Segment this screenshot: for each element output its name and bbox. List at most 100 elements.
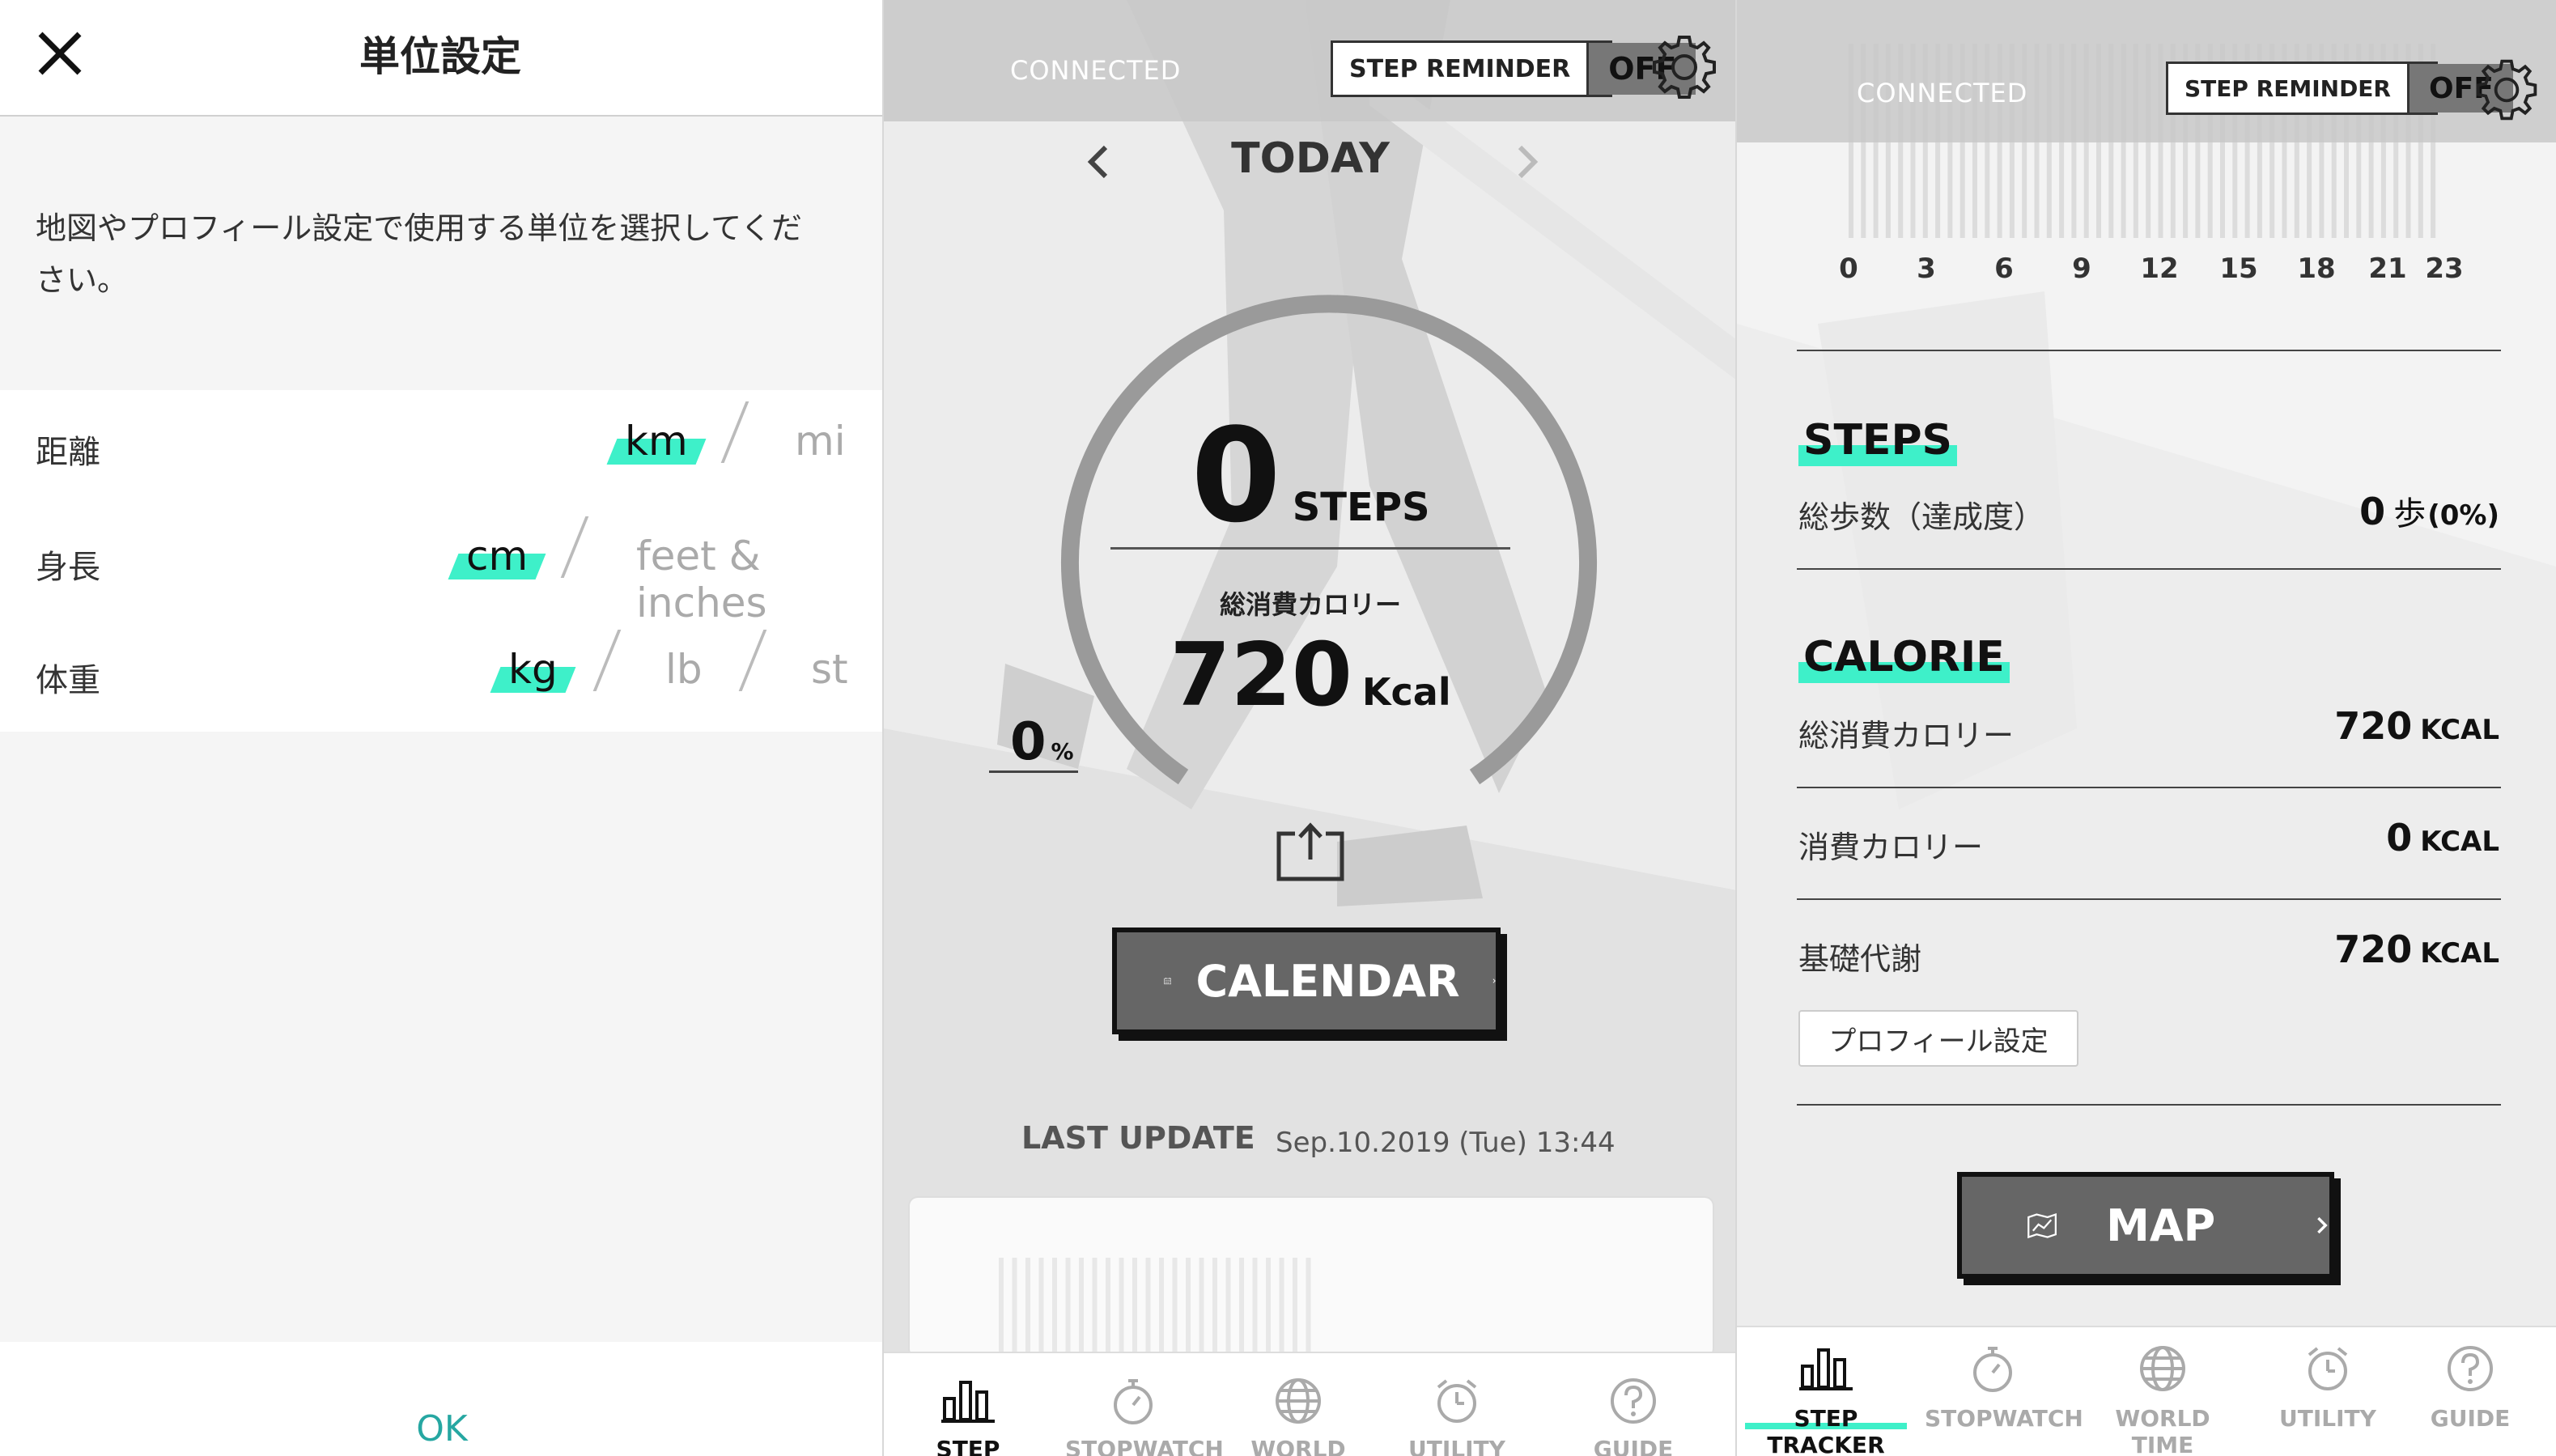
unit-option-km[interactable]: km xyxy=(606,418,707,465)
tab-label: WORLD TIME xyxy=(1250,1436,1346,1456)
hour-bar-track xyxy=(1106,1258,1110,1360)
hour-bar-track xyxy=(1132,1258,1137,1360)
tab-stopwatch[interactable]: STOPWATCH xyxy=(1925,1344,2083,1432)
hour-bar-track xyxy=(1079,1258,1084,1360)
hour-tick: 15 xyxy=(2219,253,2258,285)
hour-bar-track xyxy=(1012,1258,1017,1360)
tab-utility[interactable]: UTILITY xyxy=(2260,1344,2396,1432)
total-calorie-label: 総消費カロリー xyxy=(1219,589,1401,620)
height-row: 身長 cm feet & inches xyxy=(0,505,884,626)
hour-tick: 6 xyxy=(1994,253,2014,285)
tab-step-tracker[interactable]: STEP TRACKER xyxy=(900,1376,1036,1456)
next-day-chevron-icon[interactable] xyxy=(1515,144,1539,180)
steps-value: 0 xyxy=(1191,400,1281,551)
tab-world-time[interactable]: WORLD TIME xyxy=(1230,1376,1366,1456)
hour-bar-track xyxy=(1092,1258,1098,1360)
active-calorie-label: 消費カロリー xyxy=(1798,830,1984,865)
total-calorie: 720 Kcal xyxy=(884,625,1737,726)
unit-option-mi[interactable]: mi xyxy=(795,418,846,465)
hourly-chart-card[interactable] xyxy=(908,1196,1714,1360)
stopwatch-icon xyxy=(1114,1379,1153,1424)
weight-label: 体重 xyxy=(36,662,100,699)
panel-divider xyxy=(1735,0,1737,1456)
unit-options-list: 距離 km mi 身長 cm feet & inches 体重 kg lb st xyxy=(0,390,884,732)
unit-option-kg[interactable]: kg xyxy=(490,646,576,693)
divider xyxy=(1797,1104,2501,1106)
step-reminder-toggle[interactable]: STEP REMINDER OFF xyxy=(2166,62,2513,115)
bottom-tab-bar: STEP TRACKER STOPWATCH WORLD TIME UTILIT… xyxy=(1737,1326,2556,1456)
hour-bar-track xyxy=(1159,1258,1164,1360)
distance-row: 距離 km mi xyxy=(0,390,884,503)
tab-utility[interactable]: UTILITY xyxy=(1389,1376,1525,1456)
question-icon xyxy=(1611,1378,1656,1424)
basal-metabolism-label: 基礎代謝 xyxy=(1798,941,1922,977)
bar-chart-icon xyxy=(941,1381,995,1423)
total-calorie-label: 総消費カロリー xyxy=(1798,718,2015,753)
value-unit: KCAL xyxy=(2420,714,2499,746)
tab-label: STEP TRACKER xyxy=(936,1436,1000,1456)
tab-label: UTILITY xyxy=(1408,1436,1505,1456)
tab-guide[interactable]: GUIDE xyxy=(2402,1344,2538,1432)
value-number: 720 xyxy=(2334,928,2413,971)
globe-icon xyxy=(2140,1346,2185,1391)
divider-slash xyxy=(738,630,767,691)
share-icon[interactable] xyxy=(1274,819,1347,884)
weight-row: 体重 kg lb st xyxy=(0,618,884,732)
calendar-button-label: CALENDAR xyxy=(1195,955,1460,1007)
tab-stopwatch[interactable]: STOPWATCH xyxy=(1065,1376,1224,1456)
bar-chart-icon xyxy=(1799,1348,1853,1390)
hour-bar-track xyxy=(1279,1258,1284,1360)
percent-value: 0 xyxy=(1010,712,1047,772)
total-calorie-value: 720 KCAL xyxy=(2334,704,2499,748)
basal-metabolism-value: 720 KCAL xyxy=(2334,928,2499,971)
hour-bar-track xyxy=(1186,1258,1191,1360)
globe-icon xyxy=(1276,1378,1321,1424)
step-reminder-toggle[interactable]: STEP REMINDER OFF xyxy=(1331,40,1696,97)
divider-slash xyxy=(560,516,589,578)
calendar-icon xyxy=(1164,977,1172,985)
gear-icon[interactable] xyxy=(2472,55,2541,125)
hour-tick: 12 xyxy=(2140,253,2179,285)
hour-bar-track xyxy=(1306,1258,1311,1360)
unit-option-lb[interactable]: lb xyxy=(665,646,703,693)
hour-bar-track xyxy=(1252,1258,1258,1360)
steps-divider xyxy=(1110,547,1510,550)
unit-option-feet-inches[interactable]: feet & inches xyxy=(636,533,884,626)
value-unit: KCAL xyxy=(2420,826,2499,858)
hour-tick: 9 xyxy=(2072,253,2091,285)
tab-world-time[interactable]: WORLD TIME xyxy=(2082,1344,2244,1456)
unit-option-st[interactable]: st xyxy=(811,646,848,693)
profile-settings-button[interactable]: プロフィール設定 xyxy=(1798,1010,2078,1067)
hour-tick: 18 xyxy=(2297,253,2336,285)
unit-settings-header: 単位設定 xyxy=(0,0,884,117)
tab-label: STOPWATCH xyxy=(1925,1405,2083,1432)
hour-bar-track xyxy=(1225,1258,1231,1360)
calorie-unit: Kcal xyxy=(1361,670,1451,714)
total-steps-value: 0 歩(0%) xyxy=(2359,487,2499,534)
steps-section-title: STEPS xyxy=(1798,416,1958,466)
distance-label: 距離 xyxy=(36,434,100,471)
hour-bar-track xyxy=(1145,1258,1151,1360)
tab-guide[interactable]: GUIDE xyxy=(1565,1376,1701,1456)
percent-unit: % xyxy=(1051,738,1074,765)
progress-ring xyxy=(1061,295,1597,785)
unit-option-cm[interactable]: cm xyxy=(448,533,546,579)
tab-step-tracker[interactable]: STEP TRACKER xyxy=(1745,1344,1907,1456)
tab-label: STEP TRACKER xyxy=(1745,1405,1907,1456)
ok-button[interactable]: OK xyxy=(0,1408,884,1450)
map-button[interactable]: MAP xyxy=(1957,1172,2334,1279)
steps-percent: (0%) xyxy=(2427,499,2499,532)
chevron-right-icon xyxy=(1492,978,1496,983)
question-icon xyxy=(2448,1346,2493,1391)
hour-tick: 3 xyxy=(1917,253,1936,285)
divider-slash xyxy=(720,401,749,463)
gear-icon[interactable] xyxy=(1648,31,1721,104)
tab-label: UTILITY xyxy=(2279,1405,2376,1432)
calendar-button[interactable]: CALENDAR xyxy=(1112,928,1501,1034)
total-steps-label: 総歩数（達成度） xyxy=(1798,499,2045,535)
percent-underline xyxy=(989,770,1078,773)
steps-count: 0 STEPS xyxy=(884,400,1737,551)
divider-slash xyxy=(592,630,622,691)
panel-divider xyxy=(882,0,884,1456)
map-icon xyxy=(2027,1213,2057,1239)
